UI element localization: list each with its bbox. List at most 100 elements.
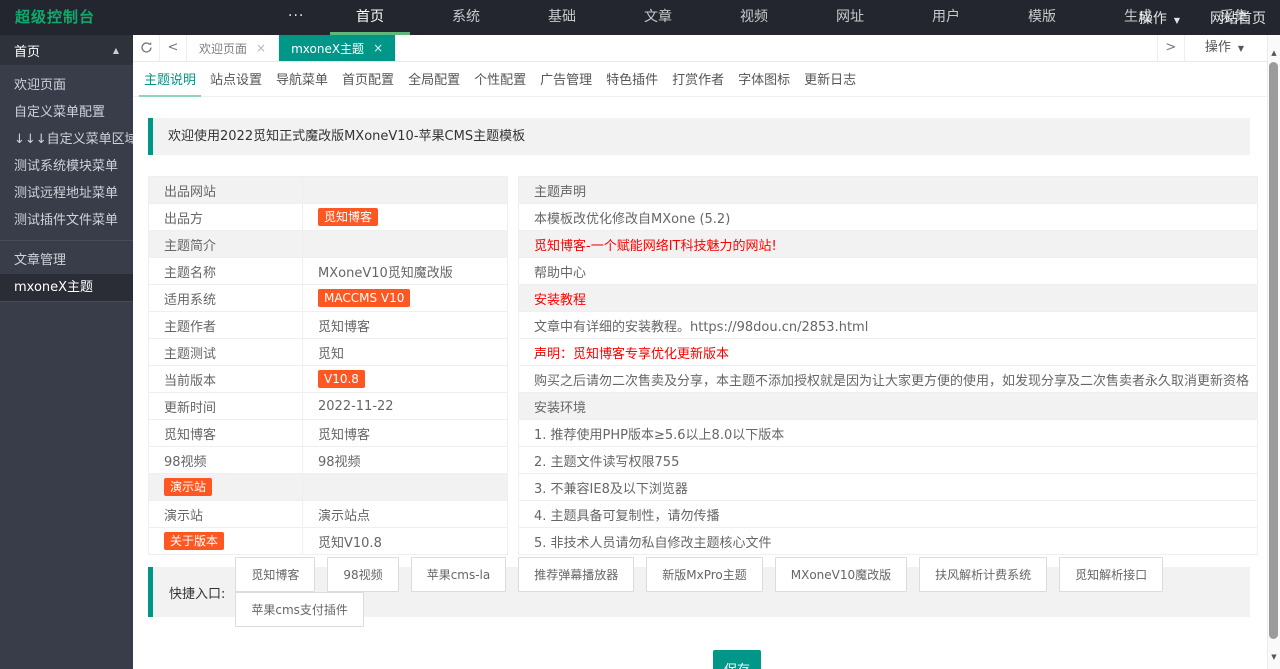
- topnav-item-6[interactable]: 用户: [898, 0, 994, 35]
- topbar-right: 操作 ▼ 网站首页: [1139, 0, 1266, 35]
- subtab-4[interactable]: 全局配置: [408, 64, 460, 98]
- theme-config-tabs: 主题说明 站点设置 导航菜单 首页配置 全局配置 个性配置 广告管理 特色插件 打赏作者 字体图标…: [133, 62, 1280, 98]
- desc-table-row-5: 文章中有详细的安装教程。https://98dou.cn/2853.html: [517, 311, 1259, 339]
- topnav-item-4[interactable]: 视频: [706, 0, 802, 35]
- subtab-3[interactable]: 首页配置: [342, 64, 394, 98]
- info-table-row-6: 主题测试 觅知: [148, 338, 508, 366]
- content-area: 欢迎使用2022觅知正式魔改版MXoneV10-苹果CMS主题模板 出品网站 出品…: [133, 97, 1268, 669]
- info-label-cell: 当前版本: [148, 365, 303, 393]
- quick-link-4[interactable]: 新版MxPro主题: [646, 557, 763, 592]
- quick-link-1[interactable]: 98视频: [327, 557, 399, 592]
- badge: 演示站: [164, 478, 213, 496]
- desc-table-row-0: 主题声明: [517, 176, 1259, 204]
- quick-links-bar: 快捷入口: 觅知博客 98视频 苹果cms-la 推荐弹幕播放器 新版MxPro主题 MX…: [148, 557, 1250, 627]
- info-label-cell: 出品方: [148, 203, 303, 231]
- topnav-item-3[interactable]: 文章: [610, 0, 706, 35]
- desc-cell: 安装教程: [517, 284, 1259, 312]
- info-table-row-7: 当前版本 V10.8: [148, 365, 508, 393]
- more-menu-icon[interactable]: ···: [288, 0, 304, 33]
- topnav-item-7[interactable]: 模版: [994, 0, 1090, 35]
- sidebar-group-label: 首页: [14, 44, 41, 60]
- tabs-scroll-right-button[interactable]: >: [1156, 35, 1184, 61]
- save-button[interactable]: 保存: [713, 650, 761, 669]
- scrollbar-down-arrow-icon[interactable]: ▼: [1268, 653, 1280, 661]
- desc-table-row-2: 觅知博客-一个赋能网络IT科技魅力的网站!: [517, 230, 1259, 258]
- tab-1[interactable]: mxoneX主题 ×: [279, 35, 397, 61]
- topnav-item-0[interactable]: 首页: [322, 0, 418, 35]
- sidebar-item-4[interactable]: 测试远程地址菜单: [0, 180, 133, 207]
- desc-table-row-9: 1. 推荐使用PHP版本≥5.6以上8.0以下版本: [517, 419, 1259, 447]
- tab-operations-dropdown[interactable]: 操作 ▼: [1183, 35, 1264, 61]
- scrollbar-thumb[interactable]: [1269, 62, 1278, 639]
- subtab-9[interactable]: 字体图标: [738, 64, 790, 98]
- subtab-6[interactable]: 广告管理: [540, 64, 592, 98]
- quick-link-7[interactable]: 觅知解析接口: [1059, 557, 1164, 592]
- quick-link-5[interactable]: MXoneV10魔改版: [774, 557, 908, 592]
- sidebar-item-3[interactable]: 测试系统模块菜单: [0, 153, 133, 180]
- sidebar-item-0[interactable]: 欢迎页面: [0, 72, 133, 99]
- topnav-item-5[interactable]: 网址: [802, 0, 898, 35]
- topnav-item-1[interactable]: 系统: [418, 0, 514, 35]
- tab-bar: < 欢迎页面 × mxoneX主题 × > 操作 ▼: [133, 35, 1280, 62]
- tab-0[interactable]: 欢迎页面 ×: [187, 35, 280, 61]
- info-label-cell: 主题简介: [148, 230, 303, 258]
- info-label-cell: 98视频: [148, 446, 303, 474]
- desc-table-row-3: 帮助中心: [517, 257, 1259, 285]
- sidebar: 首页 ▲ 欢迎页面自定义菜单配置↓↓↓自定义菜单区域↓↓↓测试系统模块菜单测试远…: [0, 35, 133, 669]
- subtab-0[interactable]: 主题说明: [138, 64, 202, 98]
- desc-cell: 本模板改优化修改自MXone (5.2): [517, 203, 1259, 231]
- info-value-cell: 98视频: [302, 446, 508, 474]
- info-table-row-2: 主题简介: [148, 230, 508, 258]
- desc-cell: 1. 推荐使用PHP版本≥5.6以上8.0以下版本: [517, 419, 1259, 447]
- quick-link-8[interactable]: 苹果cms支付插件: [235, 592, 364, 627]
- tab-operations-label: 操作: [1204, 40, 1231, 55]
- topbar-action-dropdown[interactable]: 操作 ▼: [1139, 8, 1180, 28]
- sidebar-menu-group-2: 文章管理 mxoneX主题: [0, 247, 133, 302]
- topbar: 超级控制台 ··· 首页系统基础文章视频网址用户模版生成采集数据库应用 操作 ▼ …: [0, 0, 1280, 35]
- subtab-5[interactable]: 个性配置: [474, 64, 526, 98]
- quick-link-0[interactable]: 觅知博客: [235, 557, 316, 592]
- info-label-cell: 适用系统: [148, 284, 303, 312]
- info-value-cell: 演示站点: [302, 500, 508, 528]
- topnav-item-2[interactable]: 基础: [514, 0, 610, 35]
- tab-close-icon[interactable]: ×: [256, 41, 266, 55]
- info-label-cell: 觅知博客: [148, 419, 303, 447]
- info-value-cell: [302, 230, 508, 258]
- theme-info-table: 出品网站 出品方 觅知博客 主题简介 主题名称 MXoneV10觅知魔改版 适用系统 MACC…: [148, 176, 508, 555]
- desc-table-row-10: 2. 主题文件读写权限755: [517, 446, 1259, 474]
- refresh-button[interactable]: [133, 35, 160, 61]
- subtab-2[interactable]: 导航菜单: [276, 64, 328, 98]
- info-value-cell: 2022-11-22: [302, 392, 508, 420]
- sidebar-item-2[interactable]: ↓↓↓自定义菜单区域↓↓↓: [0, 126, 133, 153]
- sidebar-menu-group-1: 欢迎页面自定义菜单配置↓↓↓自定义菜单区域↓↓↓测试系统模块菜单测试远程地址菜单…: [0, 72, 133, 234]
- quick-link-2[interactable]: 苹果cms-la: [410, 557, 507, 592]
- sidebar-item-5[interactable]: 测试插件文件菜单: [0, 207, 133, 234]
- subtab-7[interactable]: 特色插件: [606, 64, 658, 98]
- info-table-row-1: 出品方 觅知博客: [148, 203, 508, 231]
- sidebar-item-g2-1[interactable]: mxoneX主题: [0, 274, 133, 302]
- tabs-scroll-left-button[interactable]: <: [160, 35, 187, 61]
- site-home-link[interactable]: 网站首页: [1210, 8, 1266, 28]
- info-value-cell: MACCMS V10: [302, 284, 508, 312]
- info-label-cell: 出品网站: [148, 176, 303, 204]
- subtab-10[interactable]: 更新日志: [804, 64, 856, 98]
- subtab-8[interactable]: 打赏作者: [672, 64, 724, 98]
- scrollbar-up-arrow-icon[interactable]: ▲: [1268, 49, 1280, 57]
- caret-down-icon: ▼: [1173, 15, 1180, 25]
- sidebar-item-1[interactable]: 自定义菜单配置: [0, 99, 133, 126]
- desc-table-row-4: 安装教程: [517, 284, 1259, 312]
- subtab-1[interactable]: 站点设置: [210, 64, 262, 98]
- sidebar-item-g2-0[interactable]: 文章管理: [0, 247, 133, 274]
- desc-table-row-6: 声明：觅知博客专享优化更新版本: [517, 338, 1259, 366]
- desc-cell: 文章中有详细的安装教程。https://98dou.cn/2853.html: [517, 311, 1259, 339]
- sidebar-group-header[interactable]: 首页 ▲: [0, 35, 133, 66]
- topbar-action-label: 操作: [1138, 10, 1167, 27]
- badge: 觅知博客: [318, 208, 379, 226]
- vertical-scrollbar[interactable]: ▲ ▼: [1267, 35, 1280, 669]
- tab-close-icon[interactable]: ×: [373, 41, 383, 55]
- quick-link-3[interactable]: 推荐弹幕播放器: [518, 557, 635, 592]
- main-area: < 欢迎页面 × mxoneX主题 × > 操作 ▼ 主题说明 站点设置 导航菜单 首页配置全…: [133, 35, 1280, 669]
- info-table-row-12: 演示站 演示站点: [148, 500, 508, 528]
- info-value-cell: 觅知博客: [302, 203, 508, 231]
- quick-link-6[interactable]: 扶风解析计费系统: [919, 557, 1048, 592]
